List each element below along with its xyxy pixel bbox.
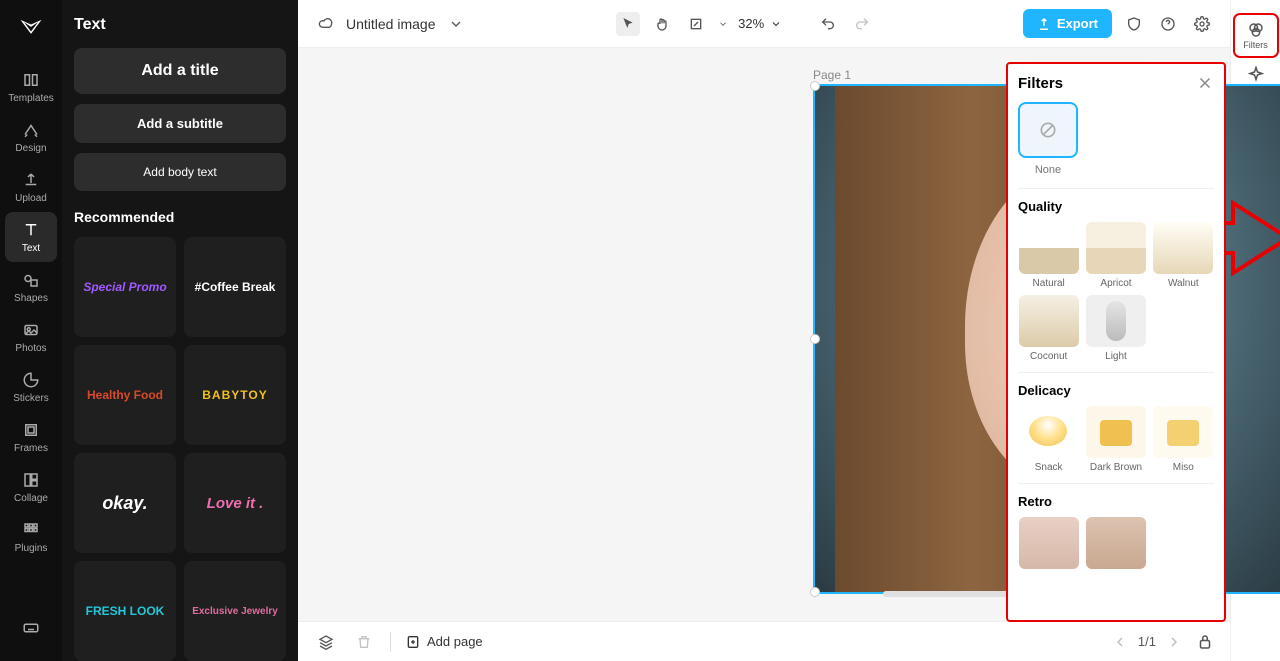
rec-item[interactable]: FRESH LOOK [74, 561, 176, 661]
upload-icon [21, 170, 41, 190]
collage-icon [21, 470, 41, 490]
filter-item[interactable]: Miso [1153, 406, 1214, 473]
effects-icon [1247, 66, 1265, 84]
app-logo[interactable] [15, 12, 47, 44]
none-icon [1038, 120, 1058, 140]
resize-tool[interactable] [684, 12, 708, 36]
filters-panel: Filters None Quality Natural Apricot Wal… [1006, 62, 1226, 622]
frames-icon [21, 420, 41, 440]
templates-icon [21, 70, 41, 90]
filter-item[interactable]: Coconut [1018, 295, 1079, 362]
filter-section-retro: Retro [1018, 494, 1214, 509]
filter-none[interactable] [1018, 102, 1078, 158]
close-icon[interactable] [1196, 74, 1214, 92]
resize-handle[interactable] [810, 334, 820, 344]
redo-button[interactable] [850, 12, 874, 36]
export-icon [1037, 17, 1051, 31]
rec-item[interactable]: BABYTOY [184, 345, 286, 445]
photos-icon [21, 320, 41, 340]
panel-title: Text [74, 16, 286, 34]
filter-section-quality: Quality [1018, 199, 1214, 214]
lock-icon[interactable] [1196, 633, 1214, 651]
next-page[interactable] [1166, 634, 1182, 650]
canvas-wrap[interactable]: Page 1 Filters [298, 48, 1230, 621]
add-subtitle-button[interactable]: Add a subtitle [74, 104, 286, 143]
stickers-icon [21, 370, 41, 390]
filter-item[interactable] [1018, 517, 1079, 569]
add-page-button[interactable]: Add page [405, 634, 483, 650]
nav-text[interactable]: Text [5, 212, 57, 262]
filter-section-delicacy: Delicacy [1018, 383, 1214, 398]
filter-item[interactable] [1085, 517, 1146, 569]
cursor-tool[interactable] [616, 12, 640, 36]
filters-tool[interactable]: Filters [1234, 14, 1278, 57]
filter-item[interactable]: Apricot [1085, 222, 1146, 289]
text-icon [21, 220, 41, 240]
filters-title: Filters [1018, 75, 1063, 92]
keyboard-icon [21, 618, 41, 638]
filter-item[interactable]: Light [1085, 295, 1146, 362]
rec-item[interactable]: Exclusive Jewelry [184, 561, 286, 661]
plugins-icon [21, 520, 41, 540]
nav-frames[interactable]: Frames [5, 412, 57, 462]
bottom-bar: Add page 1/1 [298, 621, 1230, 661]
nav-plugins[interactable]: Plugins [5, 512, 57, 562]
layers-icon[interactable] [314, 630, 338, 654]
add-title-button[interactable]: Add a title [74, 48, 286, 94]
undo-button[interactable] [816, 12, 840, 36]
filter-none-label: None [1018, 164, 1078, 176]
nav-upload[interactable]: Upload [5, 162, 57, 212]
nav-shapes[interactable]: Shapes [5, 262, 57, 312]
nav-design[interactable]: Design [5, 112, 57, 162]
hand-tool[interactable] [650, 12, 674, 36]
help-icon[interactable] [1156, 12, 1180, 36]
nav-collage[interactable]: Collage [5, 462, 57, 512]
design-icon [21, 120, 41, 140]
resize-handle[interactable] [810, 587, 820, 597]
filter-item[interactable]: Snack [1018, 406, 1079, 473]
rec-item[interactable]: #Coffee Break [184, 237, 286, 337]
rec-item[interactable]: Special Promo [74, 237, 176, 337]
rec-item[interactable]: Love it . [184, 453, 286, 553]
delete-icon[interactable] [352, 630, 376, 654]
nav-templates[interactable]: Templates [5, 62, 57, 112]
resize-handle[interactable] [810, 81, 820, 91]
add-body-button[interactable]: Add body text [74, 153, 286, 191]
rec-item[interactable]: okay. [74, 453, 176, 553]
recommended-grid: Special Promo #Coffee Break Healthy Food… [74, 237, 286, 661]
nav-stickers[interactable]: Stickers [5, 362, 57, 412]
export-button[interactable]: Export [1023, 9, 1112, 38]
left-panel: Text Add a title Add a subtitle Add body… [62, 0, 298, 661]
shapes-icon [21, 270, 41, 290]
page-indicator: 1/1 [1138, 634, 1156, 649]
prev-page[interactable] [1112, 634, 1128, 650]
topbar: Untitled image 32% Export [298, 0, 1230, 48]
main-area: Untitled image 32% Export Page 1 [298, 0, 1230, 661]
pager: 1/1 [1112, 634, 1182, 650]
far-left-sidebar: Templates Design Upload Text Shapes Phot… [0, 0, 62, 661]
recommended-label: Recommended [74, 209, 286, 225]
cloud-icon[interactable] [314, 12, 338, 36]
settings-icon[interactable] [1190, 12, 1214, 36]
nav-photos[interactable]: Photos [5, 312, 57, 362]
filter-item[interactable]: Dark Brown [1085, 406, 1146, 473]
page-label: Page 1 [813, 68, 851, 82]
zoom-level[interactable]: 32% [738, 16, 782, 31]
file-name[interactable]: Untitled image [346, 16, 436, 32]
add-page-icon [405, 634, 421, 650]
filters-icon [1247, 21, 1265, 39]
filter-item[interactable]: Natural [1018, 222, 1079, 289]
nav-keyboard[interactable] [5, 603, 57, 653]
rec-item[interactable]: Healthy Food [74, 345, 176, 445]
chevron-down-icon[interactable] [444, 12, 468, 36]
shield-icon[interactable] [1122, 12, 1146, 36]
chevron-down-icon[interactable] [718, 12, 728, 36]
filter-item[interactable]: Walnut [1153, 222, 1214, 289]
